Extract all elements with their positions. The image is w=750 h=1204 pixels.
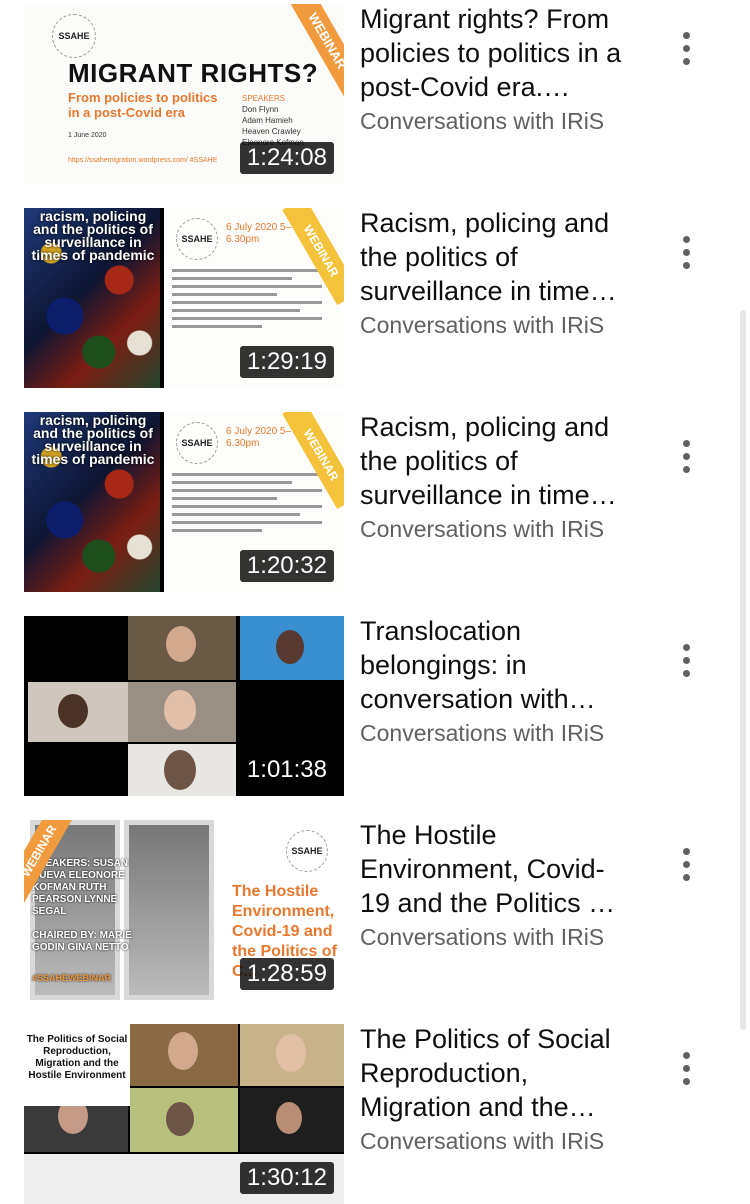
video-duration: 1:20:32 xyxy=(239,550,334,582)
poster-text-lines xyxy=(172,468,322,537)
participant-video xyxy=(128,616,236,680)
participant-video xyxy=(240,1088,344,1152)
video-thumbnail[interactable]: The Politics of Social Reproduction, Mig… xyxy=(24,1024,344,1204)
participant-video xyxy=(240,1024,344,1086)
ssahe-logo: SSAHE xyxy=(176,422,218,464)
video-item[interactable]: racism, policing and the politics of sur… xyxy=(0,412,750,592)
video-item[interactable]: racism, policing and the politics of sur… xyxy=(0,208,750,388)
video-title[interactable]: Racism, policing and the politics of sur… xyxy=(360,410,630,512)
ssahe-logo: SSAHE xyxy=(52,14,96,58)
more-vert-icon[interactable] xyxy=(670,432,702,480)
speakers-label: SPEAKERS xyxy=(242,94,286,103)
video-thumbnail[interactable]: 1:01:38 xyxy=(24,616,344,796)
participant-video xyxy=(128,744,236,796)
video-item[interactable]: 1:01:38 Translocation belongings: in con… xyxy=(0,616,750,796)
video-item[interactable]: SPEAKERS: SUSAN CUEVA ELEONORE KOFMAN RU… xyxy=(0,820,750,1000)
channel-name[interactable]: Conversations with IRiS xyxy=(360,720,604,747)
painting-image: racism, policing and the politics of sur… xyxy=(24,412,160,592)
video-title[interactable]: Migrant rights? From policies to politic… xyxy=(360,2,630,104)
thumbnail-date: 1 June 2020 xyxy=(68,132,107,139)
more-vert-icon[interactable] xyxy=(670,636,702,684)
thumbnail-heading: MIGRANT RIGHTS? xyxy=(68,58,319,88)
thumbnail-subtitle: From policies to politics in a post-Covi… xyxy=(68,90,218,120)
more-vert-icon[interactable] xyxy=(670,24,702,72)
video-thumbnail[interactable]: racism, policing and the politics of sur… xyxy=(24,412,344,592)
window-image xyxy=(124,820,214,1000)
video-title[interactable]: The Politics of Social Reproduction, Mig… xyxy=(360,1022,630,1124)
thumbnail-label: The Politics of Social Reproduction, Mig… xyxy=(24,1024,130,1106)
hashtag-text: #SSAHEWEBINAR xyxy=(32,973,112,983)
video-duration: 1:28:59 xyxy=(239,958,334,990)
video-duration: 1:30:12 xyxy=(239,1162,334,1194)
thumbnail-date: 6 July 2020 5–6.30pm xyxy=(226,426,292,449)
participant-video xyxy=(28,682,128,742)
video-title[interactable]: Racism, policing and the politics of sur… xyxy=(360,206,630,308)
video-title[interactable]: The Hostile Environment, Covid-19 and th… xyxy=(360,818,630,920)
chairs-text: CHAIRED BY: MARIE GODIN GINA NETTO xyxy=(32,930,132,953)
video-thumbnail[interactable]: racism, policing and the politics of sur… xyxy=(24,208,344,388)
thumbnail-url: https://ssahemigration.wordpress.com/ #S… xyxy=(68,157,218,164)
video-thumbnail[interactable]: SPEAKERS: SUSAN CUEVA ELEONORE KOFMAN RU… xyxy=(24,820,344,1000)
channel-name[interactable]: Conversations with IRiS xyxy=(360,108,604,135)
poster-text-lines xyxy=(172,264,322,333)
speakers-text: SPEAKERS: SUSAN CUEVA ELEONORE KOFMAN RU… xyxy=(32,858,129,917)
video-duration: 1:29:19 xyxy=(239,346,334,378)
video-item[interactable]: SSAHE MIGRANT RIGHTS? From policies to p… xyxy=(0,4,750,184)
video-thumbnail[interactable]: SSAHE MIGRANT RIGHTS? From policies to p… xyxy=(24,4,344,184)
painting-text: racism, policing and the politics of sur… xyxy=(31,208,155,263)
thumbnail-date: 6 July 2020 5–6.30pm xyxy=(226,222,292,245)
painting-image: racism, policing and the politics of sur… xyxy=(24,208,160,388)
participant-video xyxy=(240,616,344,680)
scrollbar[interactable] xyxy=(740,310,746,1030)
video-item[interactable]: The Politics of Social Reproduction, Mig… xyxy=(0,1024,750,1204)
channel-name[interactable]: Conversations with IRiS xyxy=(360,924,604,951)
video-duration: 1:01:38 xyxy=(239,754,334,786)
channel-name[interactable]: Conversations with IRiS xyxy=(360,312,604,339)
participant-video xyxy=(128,682,236,742)
more-vert-icon[interactable] xyxy=(670,228,702,276)
ssahe-logo: SSAHE xyxy=(286,830,328,872)
painting-text: racism, policing and the politics of sur… xyxy=(31,412,155,467)
channel-name[interactable]: Conversations with IRiS xyxy=(360,516,604,543)
participant-video xyxy=(130,1024,238,1086)
video-title[interactable]: Translocation belongings: in conversatio… xyxy=(360,614,630,716)
more-vert-icon[interactable] xyxy=(670,1044,702,1092)
video-duration: 1:24:08 xyxy=(239,142,334,174)
ssahe-logo: SSAHE xyxy=(176,218,218,260)
participant-video xyxy=(130,1088,238,1152)
more-vert-icon[interactable] xyxy=(670,840,702,888)
channel-name[interactable]: Conversations with IRiS xyxy=(360,1128,604,1155)
